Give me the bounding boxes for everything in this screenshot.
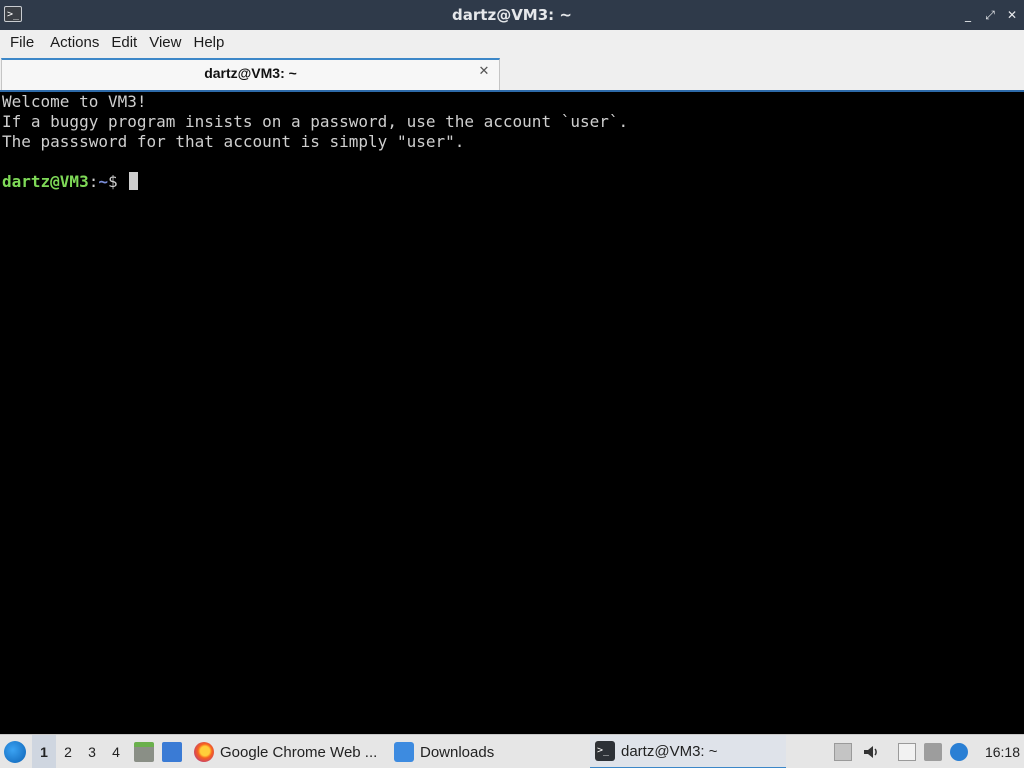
- task-downloads[interactable]: Downloads: [394, 735, 574, 768]
- prompt-separator: :: [88, 172, 99, 191]
- taskbar: 1 2 3 4 Google Chrome Web ... Downloads …: [0, 734, 1024, 768]
- task-label: dartz@VM3: ~: [621, 742, 718, 760]
- text-cursor: [129, 172, 139, 190]
- network-icon[interactable]: [924, 743, 942, 761]
- task-terminal[interactable]: >_ dartz@VM3: ~: [590, 735, 786, 768]
- workspace-4[interactable]: 4: [104, 735, 128, 768]
- task-label: Downloads: [420, 743, 495, 761]
- tab-label: dartz@VM3: ~: [204, 65, 297, 81]
- menu-edit[interactable]: Edit: [105, 30, 143, 56]
- tab-terminal[interactable]: dartz@VM3: ~ ✕: [1, 58, 500, 90]
- folder-icon: [394, 742, 414, 762]
- minimize-button[interactable]: _: [962, 8, 974, 22]
- workspace-1[interactable]: 1: [32, 735, 56, 768]
- terminal-prompt: dartz@VM3:~$: [2, 172, 1022, 192]
- menu-view[interactable]: View: [143, 30, 187, 56]
- task-chrome[interactable]: Google Chrome Web ...: [194, 735, 384, 768]
- close-button[interactable]: ✕: [1006, 8, 1018, 22]
- terminal-output[interactable]: Welcome to VM3! If a buggy program insis…: [0, 90, 1024, 734]
- window-controls: _ ⤢ ✕: [962, 0, 1018, 30]
- update-notifier-icon[interactable]: [950, 743, 968, 761]
- terminal-icon: >_: [595, 741, 615, 761]
- menu-file[interactable]: File: [4, 30, 40, 56]
- maximize-button[interactable]: ⤢: [984, 8, 996, 22]
- task-label: Google Chrome Web ...: [220, 743, 378, 761]
- terminal-line: The passsword for that account is simply…: [2, 132, 465, 151]
- start-menu-icon[interactable]: [4, 741, 26, 763]
- prompt-symbol: $: [107, 172, 118, 191]
- workspace-3[interactable]: 3: [80, 735, 104, 768]
- file-manager-icon[interactable]: [134, 742, 154, 762]
- workspace-2[interactable]: 2: [56, 735, 80, 768]
- clock[interactable]: 16:18: [985, 735, 1020, 768]
- window-title: dartz@VM3: ~: [452, 6, 572, 24]
- terminal-line: If a buggy program insists on a password…: [2, 112, 629, 131]
- menu-bar: File Actions Edit View Help: [0, 30, 1024, 56]
- tray-expand-icon[interactable]: [834, 743, 852, 761]
- workspace-switcher: 1 2 3 4: [32, 735, 128, 768]
- firefox-icon: [194, 742, 214, 762]
- show-desktop-icon[interactable]: [162, 742, 182, 762]
- clipboard-icon[interactable]: [898, 743, 916, 761]
- volume-icon[interactable]: [862, 743, 880, 761]
- terminal-line: Welcome to VM3!: [2, 92, 147, 111]
- prompt-user-host: dartz@VM3: [2, 172, 89, 191]
- menu-actions[interactable]: Actions: [44, 30, 105, 56]
- tab-bar: dartz@VM3: ~ ✕: [0, 56, 1024, 90]
- tab-close-icon[interactable]: ✕: [477, 65, 491, 79]
- prompt-path: ~: [98, 172, 108, 191]
- window-titlebar[interactable]: >_ dartz@VM3: ~ _ ⤢ ✕: [0, 0, 1024, 30]
- menu-help[interactable]: Help: [187, 30, 230, 56]
